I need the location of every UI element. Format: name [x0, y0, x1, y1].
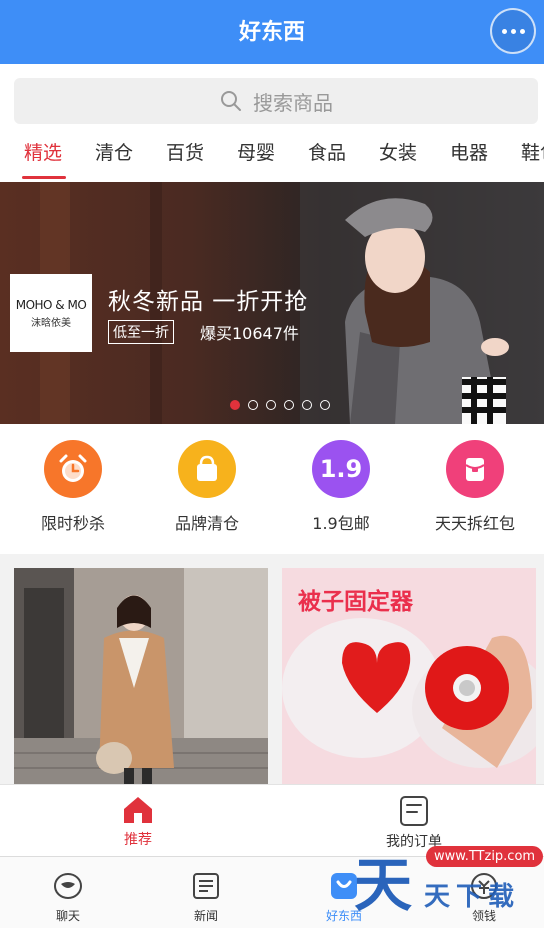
search-icon — [221, 91, 241, 111]
red-envelope-icon — [446, 440, 504, 498]
search-placeholder: 搜索商品 — [253, 90, 333, 115]
active-tab-indicator — [22, 176, 66, 179]
more-dot-icon — [519, 28, 525, 34]
tab-clearance[interactable]: 清仓 — [95, 138, 133, 165]
price-1-9-icon: 1.9 — [312, 440, 370, 498]
tab-shoes-bags[interactable]: 鞋包 — [521, 138, 544, 165]
free-shipping-entry[interactable]: 1.9 1.9包邮 — [273, 440, 409, 534]
carousel-dot[interactable] — [266, 400, 276, 410]
product-grid: 被子固定器 — [0, 554, 544, 784]
shopping-bag-icon — [178, 440, 236, 498]
brand-logo-text: MOHO & MO — [15, 297, 87, 312]
price-1-9-text: 1.9 — [319, 455, 363, 483]
brand-logo-box: MOHO & MO 沫晗依美 — [10, 274, 92, 352]
tab-general-goods[interactable]: 百货 — [166, 138, 204, 165]
more-dot-icon — [510, 28, 516, 34]
woman-camel-coat-photo — [14, 568, 268, 784]
banner-title: 秋冬新品 一折开抢 — [108, 289, 309, 315]
more-dot-icon — [501, 28, 507, 34]
app-header: 好东西 — [0, 0, 544, 64]
carousel-dot[interactable] — [284, 400, 294, 410]
more-options-button[interactable] — [490, 8, 536, 54]
product-title: 被子固定器 — [298, 589, 413, 615]
search-bar: 搜索商品 — [0, 64, 544, 128]
tab-chat[interactable]: 聊天 — [28, 871, 108, 924]
quick-entries: 限时秒杀 品牌清仓 1.9 1.9包邮 天天拆红包 — [0, 424, 544, 554]
tab-news-label: 新闻 — [193, 909, 218, 923]
category-tabs: 精选 清仓 百货 母婴 食品 女装 电器 鞋包 — [0, 128, 544, 182]
product-card[interactable] — [14, 568, 268, 784]
tab-news[interactable]: 新闻 — [166, 871, 246, 924]
flash-sale-label: 限时秒杀 — [40, 514, 105, 533]
carousel-dot[interactable] — [320, 400, 330, 410]
free-shipping-label: 1.9包邮 — [312, 514, 370, 533]
tab-appliances[interactable]: 电器 — [450, 138, 488, 165]
watermark-url: www.TTzip.com — [426, 846, 544, 867]
alarm-clock-icon — [44, 440, 102, 498]
home-icon — [124, 797, 152, 823]
discount-tag: 低至一折 — [108, 320, 174, 344]
brand-clearance-label: 品牌清仓 — [174, 514, 239, 533]
tab-womens-wear[interactable]: 女装 — [379, 138, 417, 165]
watermark-logo: 天 — [354, 851, 413, 919]
carousel-indicator — [230, 400, 330, 410]
order-list-icon — [400, 796, 428, 826]
promo-banner[interactable]: MOHO & MO 沫晗依美 秋冬新品 一折开抢 低至一折 爆买10647件 — [0, 182, 544, 424]
flash-sale-entry[interactable]: 限时秒杀 — [5, 440, 141, 534]
tab-chat-label: 聊天 — [55, 909, 80, 923]
red-envelope-label: 天天拆红包 — [434, 514, 515, 533]
search-input[interactable]: 搜索商品 — [14, 78, 538, 124]
watermark-text: 天下载 — [424, 882, 521, 912]
brand-subtitle: 沫晗依美 — [31, 317, 71, 329]
news-icon — [193, 873, 219, 899]
tab-featured[interactable]: 精选 — [24, 138, 62, 165]
carousel-dot[interactable] — [230, 400, 240, 410]
sold-count: 爆买10647件 — [200, 324, 299, 343]
page-title: 好东西 — [238, 20, 305, 45]
brand-clearance-entry[interactable]: 品牌清仓 — [139, 440, 275, 534]
subnav-recommend[interactable]: 推荐 — [98, 795, 178, 849]
tab-food[interactable]: 食品 — [308, 138, 346, 165]
carousel-dot[interactable] — [302, 400, 312, 410]
subnav-recommend-label: 推荐 — [124, 832, 152, 848]
chat-icon — [54, 873, 82, 899]
carousel-dot[interactable] — [248, 400, 258, 410]
product-card[interactable]: 被子固定器 — [282, 568, 536, 784]
tab-maternity[interactable]: 母婴 — [237, 138, 275, 165]
red-envelope-entry[interactable]: 天天拆红包 — [407, 440, 543, 534]
